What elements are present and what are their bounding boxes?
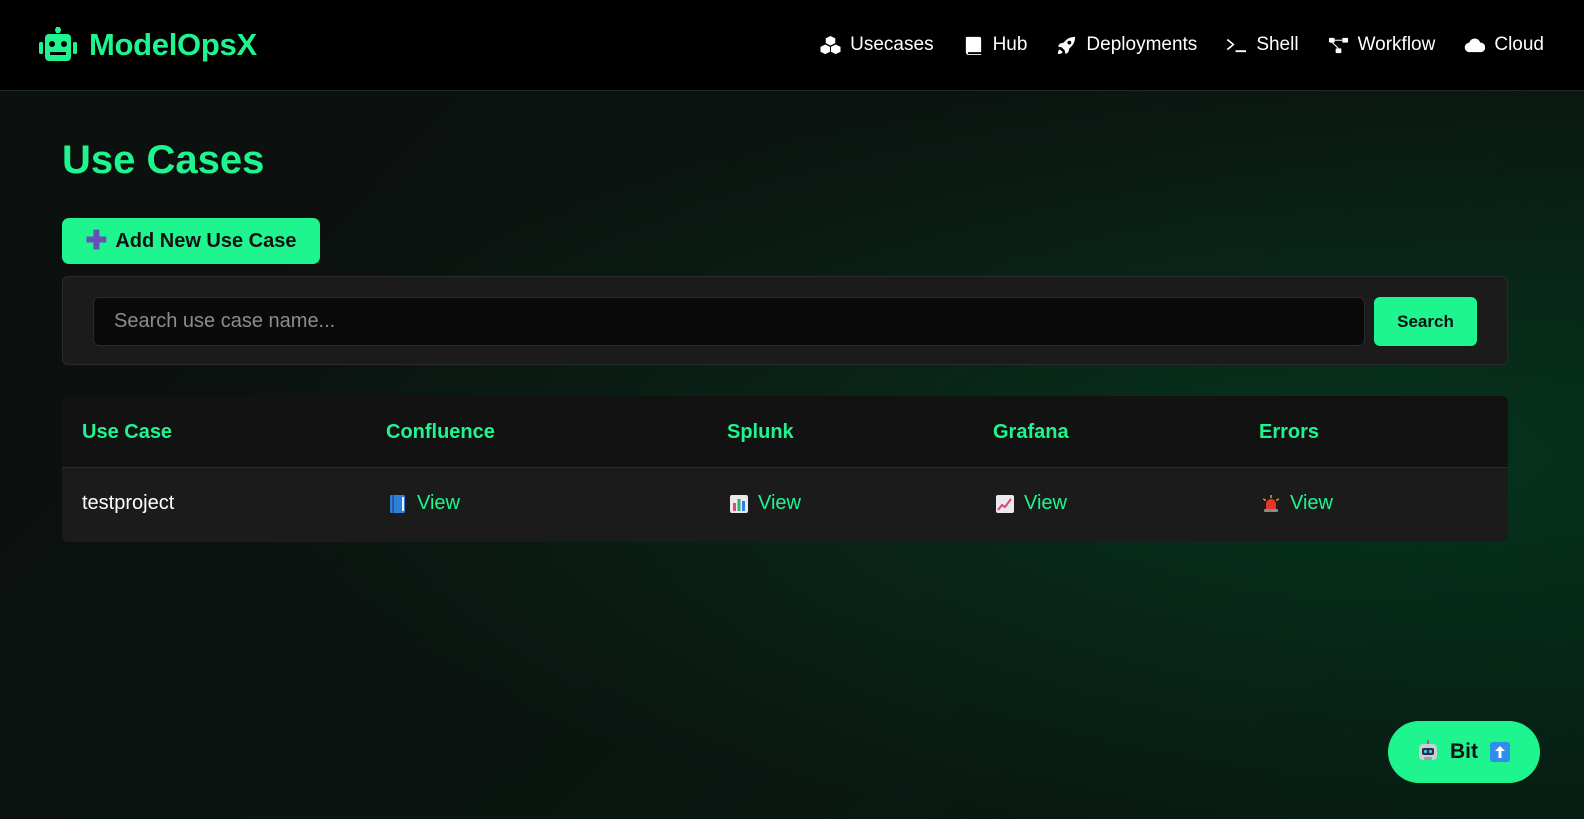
- nav-shell-label: Shell: [1256, 34, 1299, 55]
- brand[interactable]: ModelOpsX: [39, 27, 257, 63]
- errors-view-label: View: [1290, 492, 1333, 514]
- rocket-icon: [1058, 36, 1076, 54]
- nav-deployments[interactable]: Deployments: [1056, 34, 1197, 56]
- search-input[interactable]: [93, 297, 1365, 346]
- brand-name: ModelOpsX: [89, 27, 257, 62]
- cloud-icon: [1465, 38, 1486, 52]
- column-header-confluence: Confluence: [386, 421, 495, 443]
- add-button-label: Add New Use Case: [115, 229, 297, 252]
- blue-book-icon: [390, 494, 405, 513]
- trend-chart-icon: [996, 494, 1014, 513]
- table-row: testproject View View View View: [62, 468, 1508, 542]
- nav-usecases-label: Usecases: [850, 34, 934, 55]
- confluence-view-link[interactable]: View: [388, 492, 460, 515]
- use-cases-table: Use Case Confluence Splunk Grafana Error…: [62, 396, 1508, 542]
- nav-usecases[interactable]: Usecases: [820, 34, 934, 56]
- search-panel: Search: [62, 276, 1508, 365]
- use-case-name: testproject: [82, 492, 175, 514]
- column-header-splunk: Splunk: [727, 421, 794, 443]
- add-new-use-case-button[interactable]: ✚ Add New Use Case: [62, 218, 320, 264]
- nav-shell[interactable]: Shell: [1226, 34, 1299, 56]
- nav-cloud[interactable]: Cloud: [1464, 34, 1544, 56]
- nav-hub-label: Hub: [992, 34, 1028, 55]
- book-icon: [965, 36, 981, 55]
- plus-icon: ✚: [85, 224, 108, 255]
- table-header: Use Case Confluence Splunk Grafana Error…: [62, 396, 1508, 468]
- robot-face-icon: [1419, 740, 1437, 760]
- column-header-errors: Errors: [1259, 421, 1320, 443]
- page-title: Use Cases: [62, 138, 265, 182]
- cubes-icon: [820, 35, 841, 54]
- nav-deployments-label: Deployments: [1086, 34, 1198, 55]
- siren-icon: [1262, 494, 1280, 512]
- bit-assistant-button[interactable]: Bit: [1388, 721, 1540, 783]
- confluence-view-label: View: [417, 492, 460, 514]
- robot-logo-icon: [39, 27, 77, 61]
- splunk-view-label: View: [758, 492, 801, 514]
- errors-view-link[interactable]: View: [1261, 492, 1333, 515]
- up-arrow-icon: [1490, 742, 1510, 762]
- grafana-view-link[interactable]: View: [995, 492, 1067, 515]
- bar-chart-icon: [730, 494, 748, 513]
- nav-hub[interactable]: Hub: [963, 34, 1028, 56]
- nav-workflow-label: Workflow: [1357, 34, 1436, 55]
- column-header-grafana: Grafana: [993, 421, 1069, 443]
- workflow-icon: [1328, 37, 1348, 53]
- nav-workflow[interactable]: Workflow: [1328, 34, 1436, 56]
- search-button[interactable]: Search: [1374, 297, 1477, 346]
- splunk-view-link[interactable]: View: [729, 492, 801, 515]
- grafana-view-label: View: [1024, 492, 1067, 514]
- top-navbar: ModelOpsX Usecases Hub Deployments Shell: [0, 0, 1584, 91]
- main-nav: Usecases Hub Deployments Shell Workflow …: [820, 34, 1544, 56]
- bit-label: Bit: [1450, 740, 1478, 763]
- column-header-use-case: Use Case: [82, 421, 173, 443]
- terminal-icon: [1227, 38, 1247, 52]
- nav-cloud-label: Cloud: [1494, 34, 1544, 55]
